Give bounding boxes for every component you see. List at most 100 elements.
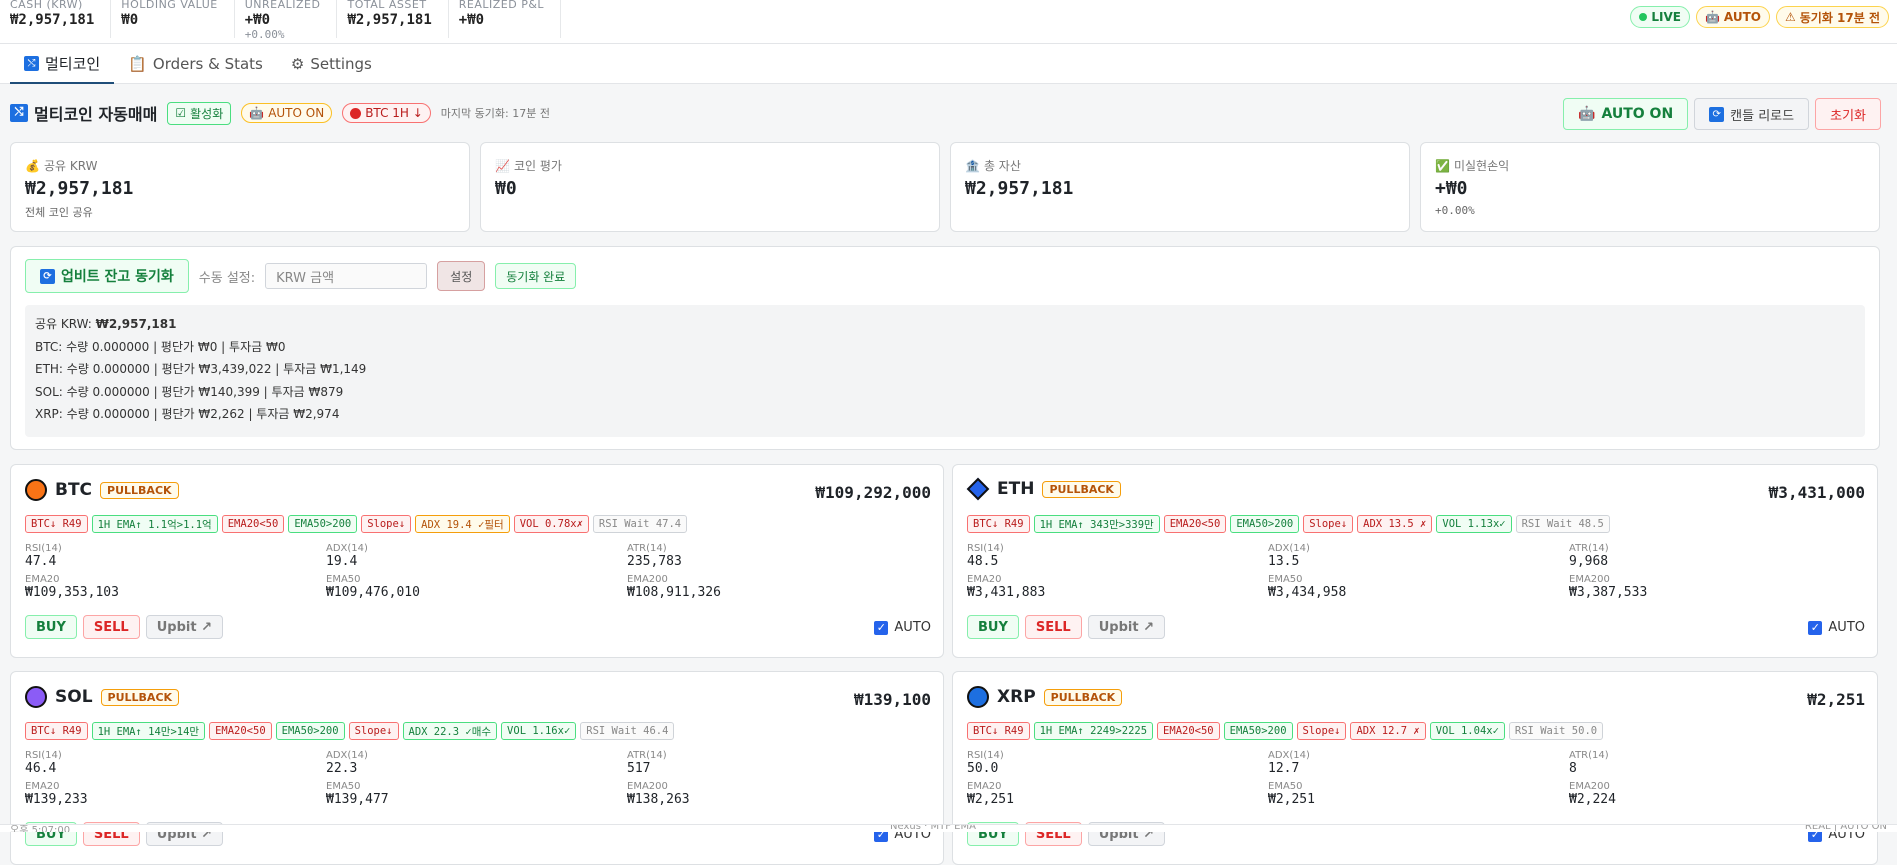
card-sub: 전체 코인 공유	[25, 206, 93, 219]
metric-label: EMA50	[326, 781, 361, 792]
upbit-sync-button[interactable]: ⟳ 업비트 잔고 동기화	[25, 259, 189, 293]
tab-orders-stats[interactable]: 📋 Orders & Stats	[114, 44, 277, 84]
clipboard-icon: 📋	[128, 55, 147, 73]
metric-value: 9,968	[1569, 554, 1609, 569]
coin-actions: BUY SELL Upbit ↗	[25, 615, 223, 639]
metrics-grid: RSI(14) 46.4 ADX(14) 22.3 ATR(14) 517 EMA20 ₩13…	[25, 750, 925, 808]
stat-value: ₩2,957,181	[347, 12, 432, 28]
auto-toggle-label: AUTO	[1828, 620, 1865, 635]
metric-label: EMA50	[1268, 574, 1303, 585]
stat-4: REALIZED P&L +₩0	[449, 0, 562, 38]
tab-label: 멀티코인	[45, 54, 101, 73]
tab-label: Settings	[310, 55, 372, 73]
last-sync-text: 마지막 동기화: 17분 전	[440, 107, 550, 120]
metric: RSI(14) 46.4	[25, 750, 326, 777]
robot-icon: 🤖	[249, 106, 265, 120]
metric: ADX(14) 22.3	[326, 750, 627, 777]
metric: RSI(14) 50.0	[967, 750, 1268, 777]
holdings-summary: 공유 KRW: ₩2,957,181 BTC: 수량 0.000000 | 평단…	[25, 305, 1865, 437]
coin-icon	[25, 479, 47, 501]
signal-chips: BTC↓ R49 1H EMA↑ 343만>339만 EMA20<50 EMA50>2…	[967, 515, 1610, 533]
coin-icon	[25, 686, 47, 708]
set-button[interactable]: 설정	[437, 261, 486, 291]
metric: ATR(14) 9,968	[1569, 543, 1870, 570]
signal-chip: EMA20<50	[221, 515, 285, 533]
card-sub: +0.00%	[1435, 204, 1475, 217]
btc-trend-text: BTC 1H ↓	[365, 106, 423, 120]
stat-label: HOLDING VALUE	[121, 0, 218, 11]
building-icon: 🏦	[965, 158, 980, 173]
metrics-grid: RSI(14) 47.4 ADX(14) 19.4 ATR(14) 235,783 EMA2…	[25, 543, 925, 601]
sell-button[interactable]: SELL	[82, 615, 140, 639]
metric: EMA20 ₩3,431,883	[967, 574, 1268, 601]
krw-amount-input[interactable]: KRW 금액	[265, 263, 428, 289]
live-status-pill: LIVE	[1630, 6, 1690, 28]
status-badge: PULLBACK	[100, 481, 179, 499]
checkbox-checked-icon[interactable]: ✓	[1808, 620, 1823, 635]
auto-on-button-label: AUTO ON	[1601, 106, 1674, 122]
footer-mode: REAL | AUTO ON	[1804, 824, 1887, 832]
upbit-link-button[interactable]: Upbit ↗	[145, 615, 223, 639]
coin-price: ₩139,100	[853, 690, 931, 709]
metric-label: ATR(14)	[1569, 543, 1609, 554]
stat-3: TOTAL ASSET ₩2,957,181	[337, 0, 449, 38]
metric-label: EMA50	[326, 574, 361, 585]
metric-label: EMA200	[627, 574, 668, 585]
stat-0: CASH (KRW) ₩2,957,181	[0, 0, 112, 38]
shuffle-icon: ⤭	[24, 55, 39, 71]
metric: EMA20 ₩139,233	[25, 781, 326, 808]
checkbox-checked-icon[interactable]: ✓	[874, 620, 889, 635]
metric: ADX(14) 19.4	[326, 543, 627, 570]
upbit-link-button[interactable]: Upbit ↗	[1087, 615, 1165, 639]
metric-value: ₩108,911,326	[627, 585, 721, 600]
coin-symbol: ETH	[997, 479, 1035, 499]
tab-multicoin[interactable]: ⤭ 멀티코인	[10, 44, 115, 84]
metric: EMA20 ₩109,353,103	[25, 574, 326, 601]
signal-chip: Slope↓	[1296, 722, 1347, 740]
metric-value: ₩109,476,010	[326, 585, 420, 600]
set-button-label: 설정	[450, 269, 473, 284]
metric-value: ₩109,353,103	[25, 585, 119, 600]
signal-chips: BTC↓ R49 1H EMA↑ 2249>2225 EMA20<50 EMA50>2…	[967, 722, 1604, 740]
stat-label: UNREALIZED	[244, 0, 321, 11]
card-label: 총 자산	[983, 159, 1021, 173]
coin-symbol: XRP	[997, 687, 1036, 707]
metric-value: ₩3,431,883	[967, 585, 1046, 600]
auto-on-badge-text: AUTO ON	[268, 106, 325, 120]
auto-on-button[interactable]: 🤖 AUTO ON	[1563, 98, 1689, 130]
reset-button[interactable]: 초기화	[1815, 98, 1881, 130]
summary-cards: 💰 공유 KRW ₩2,957,181 전체 코인 공유 📈 코인 평가 ₩0 🏦 총…	[10, 142, 1880, 232]
footer-strategy: Nexus · MTF EMA	[890, 824, 976, 832]
signal-chip: BTC↓ R49	[25, 722, 88, 740]
page-title: ⤭ 멀티코인 자동매매	[10, 101, 157, 125]
auto-toggle[interactable]: ✓ AUTO	[1808, 620, 1865, 635]
signal-chip: 1H EMA↑ 343만>339만	[1033, 515, 1160, 533]
signal-chip: EMA50>200	[1223, 722, 1293, 740]
reload-candles-button[interactable]: ⟳ 캔들 리로드	[1694, 98, 1810, 130]
tab-settings[interactable]: ⚙ Settings	[277, 44, 386, 84]
stat-sub: +0.00%	[244, 28, 285, 41]
metric-label: EMA50	[1268, 781, 1303, 792]
holding-line-bold: ₩2,957,181	[95, 317, 177, 331]
active-badge: ☑ 활성화	[167, 101, 232, 125]
signal-chip: BTC↓ R49	[967, 515, 1030, 533]
signal-chip: VOL 1.16x✓	[501, 722, 577, 740]
metric-value: ₩2,251	[967, 792, 1014, 807]
metric: RSI(14) 48.5	[967, 543, 1268, 570]
auto-toggle[interactable]: ✓ AUTO	[874, 620, 931, 635]
chart-icon: 📈	[495, 158, 510, 173]
buy-button[interactable]: BUY	[25, 615, 77, 639]
holding-line-btc: BTC: 수량 0.000000 | 평단가 ₩0 | 투자금 ₩0	[35, 339, 286, 354]
holding-line-eth: ETH: 수량 0.000000 | 평단가 ₩3,439,022 | 투자금 …	[35, 362, 367, 376]
sell-button[interactable]: SELL	[1024, 615, 1082, 639]
upbit-sync-label: 업비트 잔고 동기화	[61, 269, 174, 285]
metric-label: ADX(14)	[1268, 543, 1310, 554]
signal-chip: Slope↓	[1303, 515, 1354, 533]
metric: EMA50 ₩2,251	[1268, 781, 1569, 808]
reload-candles-label: 캔들 리로드	[1730, 108, 1795, 124]
footer-time: 오후 5:07:00	[10, 825, 71, 832]
metric-value: 50.0	[967, 761, 999, 776]
summary-card-total-asset: 🏦 총 자산 ₩2,957,181	[950, 142, 1410, 232]
buy-button[interactable]: BUY	[967, 615, 1019, 639]
card-value: +₩0	[1435, 178, 1468, 199]
